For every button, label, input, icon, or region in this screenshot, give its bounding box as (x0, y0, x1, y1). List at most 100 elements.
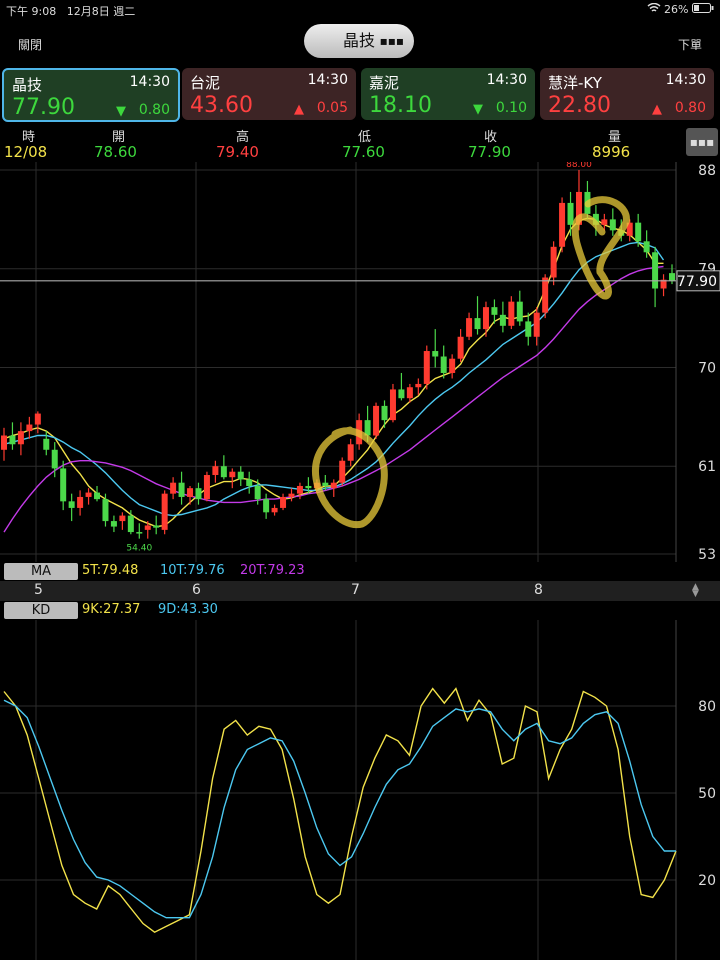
candle-body (60, 468, 67, 502)
candle-body (127, 515, 134, 533)
candle-body (389, 389, 396, 421)
candle (474, 296, 481, 335)
candle (432, 329, 439, 368)
candle (1, 427, 7, 461)
ohlc-value-volume: 8996 (592, 143, 631, 161)
ohlc-value-open: 78.60 (94, 143, 137, 161)
candle-body (1, 435, 7, 450)
chart-settings-button[interactable]: ▪▪▪ (686, 128, 718, 156)
candle (482, 301, 489, 337)
candle (203, 471, 210, 502)
kd-indicator-button[interactable]: KD (4, 602, 78, 619)
card-price: 77.90 (12, 95, 75, 120)
candle-body (161, 493, 168, 530)
close-button[interactable]: 關閉 (18, 36, 42, 53)
candle (178, 471, 185, 505)
up-triangle-icon: ▲ (652, 102, 662, 117)
candle-body (423, 351, 430, 384)
high-price-label: 88.00 (566, 162, 592, 170)
candle (533, 307, 540, 346)
quote-card-2[interactable]: 嘉泥 14:30 18.10 ▼ 0.10 (361, 68, 535, 120)
ohlc-value-time: 12/08 (4, 143, 48, 161)
quote-card-1[interactable]: 台泥 14:30 43.60 ▲ 0.05 (182, 68, 356, 120)
candle (559, 197, 566, 253)
candle (288, 488, 295, 502)
candle (229, 468, 236, 489)
candle-body (144, 525, 151, 530)
quote-card-0[interactable]: 晶技 14:30 77.90 ▼ 0.80 (2, 68, 180, 122)
ma5-value: 5T:79.48 (82, 563, 139, 578)
stock-selector-button[interactable]: 晶技 ▪▪▪ (304, 24, 414, 58)
candle (43, 431, 50, 456)
battery-icon (692, 3, 714, 13)
date-axis: 5 6 7 8 ▲ ▼ (0, 581, 720, 601)
kd-chart[interactable]: 80 50 20 (0, 620, 720, 960)
date-tick: 5 (34, 582, 43, 598)
price-chart[interactable]: 8879706153 77.9088.0054.40 (0, 162, 720, 562)
ma-line-10T (3, 241, 665, 517)
candle-body (499, 314, 506, 326)
resize-handle-icon[interactable]: ▲ ▼ (692, 583, 699, 599)
candle-body (26, 424, 33, 432)
kd-axis-tick: 80 (698, 699, 716, 715)
stock-selector-title: 晶技 (342, 31, 375, 50)
price-axis-tick: 61 (698, 459, 716, 475)
kd-k-value: 9K:27.37 (82, 602, 141, 617)
candle-body (17, 431, 24, 445)
candle-body (482, 307, 489, 330)
order-button[interactable]: 下單 (678, 36, 702, 53)
candle-body (170, 482, 177, 494)
candle-body (9, 435, 16, 445)
candle-body (339, 460, 346, 483)
candle (136, 523, 143, 539)
candle (271, 504, 278, 516)
candle (339, 457, 346, 486)
candle-body (195, 488, 202, 500)
wifi-icon (647, 2, 661, 12)
last-price-label: 77.90 (677, 274, 717, 290)
candle-body (322, 482, 329, 486)
kd-line-9D (3, 699, 676, 919)
candle-body (34, 413, 41, 425)
card-name: 嘉泥 (369, 74, 400, 92)
card-time: 14:30 (665, 72, 706, 88)
candle (9, 422, 16, 450)
candle-body (229, 471, 236, 478)
price-axis-tick: 70 (698, 360, 716, 376)
candle (187, 485, 194, 505)
menu-icon: ▪▪▪ (379, 34, 404, 48)
ma10-value: 10T:79.76 (160, 563, 225, 578)
date-tick: 7 (351, 582, 360, 598)
candle (212, 460, 219, 483)
card-time: 14:30 (129, 74, 170, 90)
candle-body (330, 482, 337, 489)
candle-body (415, 383, 422, 388)
candle (220, 455, 227, 480)
candle (635, 213, 642, 247)
candle (550, 241, 557, 286)
candle-body (43, 438, 50, 450)
candle (660, 274, 667, 297)
candle-body (220, 466, 227, 478)
ma-indicator-button[interactable]: MA (4, 563, 78, 580)
candle-body (178, 482, 185, 497)
candle-body (525, 321, 532, 337)
status-time-date: 下午 9:08 12月8日 週二 (6, 3, 135, 19)
quote-card-3[interactable]: 慧洋-KY 14:30 22.80 ▲ 0.80 (540, 68, 714, 120)
candle-body (68, 501, 75, 508)
candle-body (102, 499, 109, 522)
ohlc-value-close: 77.90 (468, 143, 511, 161)
candle-body (559, 202, 566, 247)
candle-body (491, 307, 498, 315)
status-bar: 下午 9:08 12月8日 週二 26% (0, 0, 720, 20)
candle-body (246, 479, 253, 486)
candle-body (212, 466, 219, 476)
kd-axis-tick: 20 (698, 873, 716, 889)
card-price: 22.80 (548, 93, 611, 118)
candle-body (449, 358, 456, 373)
candle (609, 208, 616, 236)
candle (381, 400, 388, 428)
low-price-label: 54.40 (126, 544, 152, 554)
candle-body (305, 485, 312, 489)
candle (508, 296, 515, 330)
